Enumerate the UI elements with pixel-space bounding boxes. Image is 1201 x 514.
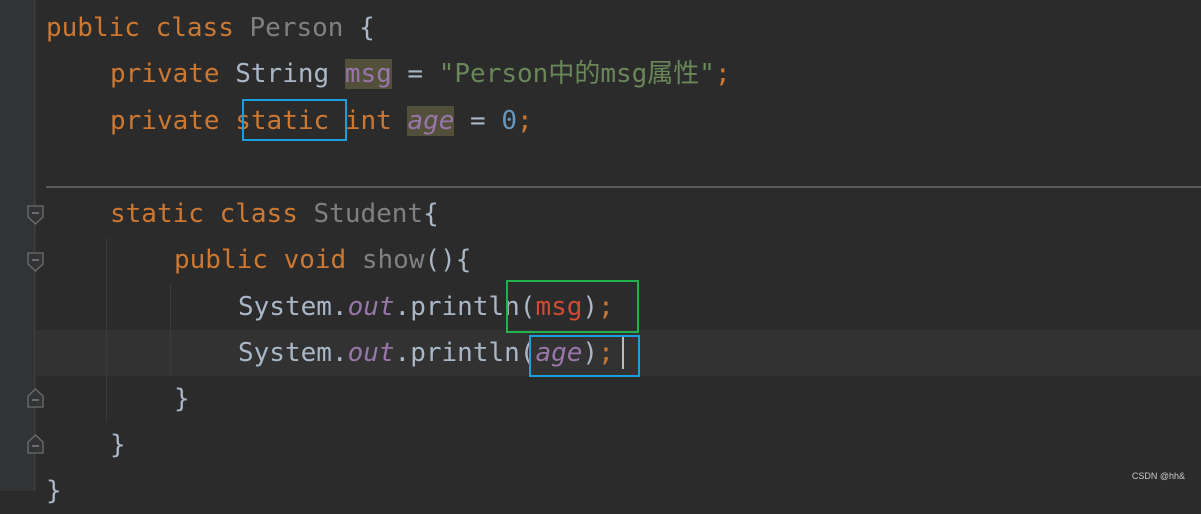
code-line-1[interactable]: public class Person { [46, 5, 375, 51]
class-name: Student [313, 199, 424, 229]
code-line-9[interactable]: } [110, 422, 126, 468]
type-name: String [235, 59, 330, 89]
keyword: class [219, 199, 298, 229]
operator: = [391, 59, 439, 89]
static-field-out: out [347, 338, 395, 368]
keyword: static [110, 199, 204, 229]
keyword: public [174, 245, 268, 275]
fold-open-icon[interactable] [27, 252, 44, 272]
brace: { [455, 245, 472, 275]
method-name: show [361, 245, 425, 275]
editor-gutter [0, 0, 36, 491]
brace: } [174, 384, 190, 414]
indent-guide [106, 238, 107, 422]
annotation-box-age [529, 335, 640, 377]
keyword: public [46, 13, 140, 43]
code-line-10[interactable]: } [46, 468, 62, 514]
code-line-2[interactable]: private String msg = "Person中的msg属性"; [110, 51, 731, 97]
annotation-box-msg [506, 280, 639, 333]
parens: () [424, 245, 456, 275]
brace: { [343, 13, 375, 43]
number-literal: 0 [501, 106, 518, 136]
keyword: private [110, 59, 220, 89]
indent-guide [170, 284, 171, 376]
keyword: class [155, 13, 234, 43]
watermark: CSDN @hh& [1131, 471, 1185, 481]
annotation-box-static [242, 99, 347, 141]
semicolon: ; [517, 106, 533, 136]
system-ref: System. [238, 292, 348, 322]
fold-close-icon[interactable] [27, 434, 44, 454]
static-field-name: age [407, 106, 455, 136]
code-line-5[interactable]: public void show(){ [174, 237, 471, 283]
println-call: .println( [394, 338, 536, 368]
semicolon: ; [714, 59, 731, 89]
brace: } [110, 430, 126, 460]
static-field-out: out [347, 292, 395, 322]
type-name: int [344, 106, 392, 136]
gutter-divider [34, 0, 35, 491]
class-name: Person [249, 13, 344, 43]
fold-close-icon[interactable] [27, 388, 44, 408]
fold-open-icon[interactable] [27, 205, 44, 225]
method-separator [46, 186, 1201, 188]
system-ref: System. [238, 338, 348, 368]
operator: = [454, 106, 502, 136]
string-literal: "Person中的msg属性" [438, 59, 715, 89]
code-line-4[interactable]: static class Student{ [110, 191, 439, 237]
brace: } [46, 476, 62, 506]
brace: { [423, 199, 439, 229]
code-line-8[interactable]: } [174, 376, 190, 422]
keyword: private [110, 106, 220, 136]
keyword: void [283, 245, 347, 275]
field-name: msg [344, 59, 392, 89]
